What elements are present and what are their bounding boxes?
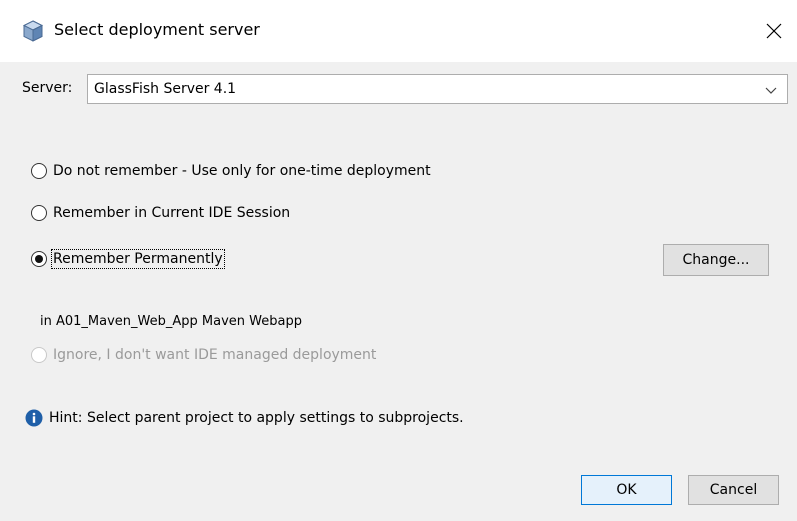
chevron-down-icon xyxy=(765,87,777,94)
close-button[interactable] xyxy=(751,0,797,62)
option-remember-session[interactable]: Remember in Current IDE Session xyxy=(31,205,290,221)
ok-button[interactable]: OK xyxy=(581,475,672,505)
change-button[interactable]: Change... xyxy=(663,244,769,276)
info-icon xyxy=(25,409,43,427)
window-title: Select deployment server xyxy=(54,20,260,39)
title-bar: Select deployment server xyxy=(0,0,797,62)
hint: Hint: Select parent project to apply set… xyxy=(25,409,464,427)
radio-ignore xyxy=(31,347,47,363)
cancel-button-label: Cancel xyxy=(709,482,758,498)
radio-remember-session[interactable] xyxy=(31,205,47,221)
ok-button-label: OK xyxy=(616,482,637,498)
hint-text: Hint: Select parent project to apply set… xyxy=(49,410,464,426)
option-label: Do not remember - Use only for one-time … xyxy=(53,163,431,179)
server-select[interactable]: GlassFish Server 4.1 xyxy=(87,74,788,104)
option-ignore: Ignore, I don't want IDE managed deploym… xyxy=(31,347,376,363)
option-do-not-remember[interactable]: Do not remember - Use only for one-time … xyxy=(31,163,431,179)
cancel-button[interactable]: Cancel xyxy=(688,475,779,505)
option-label: Ignore, I don't want IDE managed deploym… xyxy=(53,347,377,363)
project-name-text: in A01_Maven_Web_App Maven Webapp xyxy=(40,314,302,329)
change-button-label: Change... xyxy=(682,252,750,268)
option-remember-permanently[interactable]: Remember Permanently xyxy=(31,249,225,269)
close-icon xyxy=(766,23,782,39)
radio-do-not-remember[interactable] xyxy=(31,163,47,179)
server-selected-value: GlassFish Server 4.1 xyxy=(94,81,237,97)
app-cube-icon xyxy=(22,20,44,42)
option-label: Remember Permanently xyxy=(51,249,225,269)
radio-remember-permanently[interactable] xyxy=(31,251,47,267)
option-label: Remember in Current IDE Session xyxy=(53,205,291,221)
server-label: Server: xyxy=(22,80,73,96)
